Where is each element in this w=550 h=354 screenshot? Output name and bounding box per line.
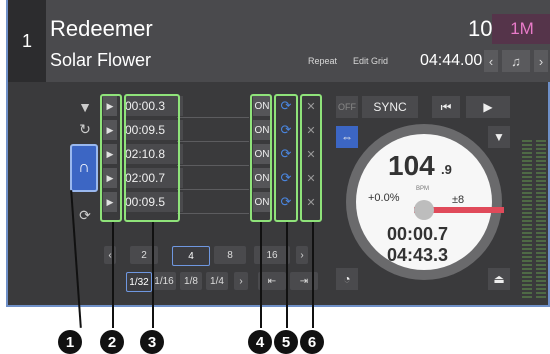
pager-1-4[interactable]: 1/4 <box>206 272 228 290</box>
loop-icon[interactable]: ↻ <box>76 120 94 138</box>
play-icon[interactable]: ▶ <box>466 96 510 118</box>
off-button[interactable]: OFF <box>336 96 358 118</box>
next-arrow-icon[interactable]: › <box>534 50 548 72</box>
pager-1-16[interactable]: 1/16 <box>152 272 176 290</box>
music-note-icon[interactable]: ♫ <box>502 50 530 72</box>
row-divider <box>177 165 249 166</box>
link-icon[interactable]: ⇔ <box>336 126 358 148</box>
callout-line-4 <box>260 222 262 328</box>
cue-icon[interactable]: ▼ <box>76 98 94 116</box>
key-badge[interactable]: 1M <box>492 14 550 44</box>
track-time: 04:44.00 <box>420 52 483 69</box>
sampler-icon[interactable]: ⟳ <box>76 206 94 224</box>
highlight-delete <box>300 94 322 222</box>
pager-next-icon[interactable]: › <box>296 246 308 264</box>
row-divider <box>177 213 249 214</box>
callout-5: 5 <box>274 330 298 354</box>
pager2-next-icon[interactable]: › <box>234 272 248 290</box>
deck-header: 1 Redeemer Solar Flower 105 1M Repeat Ed… <box>8 0 550 82</box>
pitch-bend-icon[interactable]: ▼ <box>488 126 510 148</box>
jog-bpm-decimal: .9 <box>441 162 452 177</box>
callout-6: 6 <box>300 330 324 354</box>
level-meter-right <box>536 140 546 300</box>
remaining-time: 04:43.3 <box>387 245 449 265</box>
pager-1-8[interactable]: 1/8 <box>180 272 202 290</box>
row-divider <box>177 189 249 190</box>
elapsed-time: 00:00.7 <box>387 224 449 244</box>
row-divider <box>177 141 249 142</box>
headphone-button[interactable]: ∩ <box>70 144 98 192</box>
deck-number: 1 <box>8 0 46 82</box>
prev-arrow-icon[interactable]: ‹ <box>484 50 498 72</box>
callout-1: 1 <box>58 330 82 354</box>
shift-left-icon[interactable]: ⇤ <box>258 272 286 290</box>
sync-button[interactable]: SYNC <box>362 96 418 118</box>
highlight-on <box>250 94 272 222</box>
edit-grid-button[interactable]: Edit Grid <box>353 56 388 66</box>
repeat-button[interactable]: Repeat <box>308 56 337 66</box>
track-artist: Solar Flower <box>50 50 152 70</box>
pitch-value: +0.0% <box>368 192 400 204</box>
jog-bpm: 104 <box>388 150 435 181</box>
callout-line-6 <box>312 222 314 328</box>
headphone-icon: ∩ <box>78 159 90 176</box>
track-title: Redeemer <box>50 16 153 41</box>
highlight-play <box>100 94 122 222</box>
jog-bpm-label: BPM <box>416 186 430 192</box>
eject-icon[interactable]: ⏏ <box>488 268 510 290</box>
pager-8[interactable]: 8 <box>214 246 246 264</box>
callout-line-2 <box>112 222 114 328</box>
speed-icon[interactable]: ◔ <box>336 268 358 290</box>
callout-4: 4 <box>248 330 272 354</box>
pitch-slider-knob[interactable] <box>414 200 434 220</box>
row-divider <box>177 117 249 118</box>
highlight-rotate <box>274 94 298 222</box>
pager-4[interactable]: 4 <box>172 246 210 266</box>
callout-3: 3 <box>140 330 164 354</box>
callout-2: 2 <box>100 330 124 354</box>
pager-1-32[interactable]: 1/32 <box>126 272 152 292</box>
pager-prev-icon[interactable]: ‹ <box>104 246 116 264</box>
highlight-time <box>124 94 180 222</box>
callout-line-3 <box>152 222 154 328</box>
level-meter-left <box>522 140 532 300</box>
go-start-icon[interactable]: ⏮ <box>432 96 460 118</box>
callout-line-5 <box>286 222 288 328</box>
pitch-range: ±8 <box>452 194 465 206</box>
